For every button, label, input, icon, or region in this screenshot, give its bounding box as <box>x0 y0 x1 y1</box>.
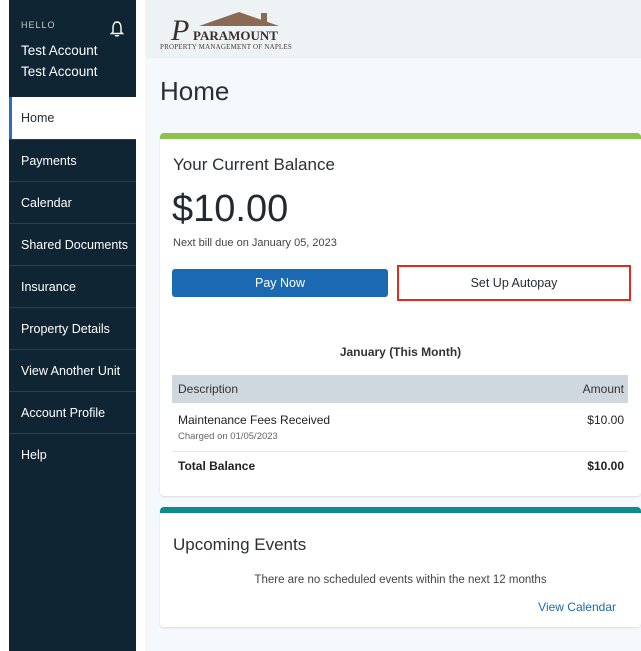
upcoming-events-card: Upcoming Events There are no scheduled e… <box>160 507 641 627</box>
logo-name: PARAMOUNT <box>193 28 278 43</box>
user-greeting: HELLO Test Account Test Account <box>9 0 136 97</box>
total-label: Total Balance <box>178 459 256 473</box>
total-amount: $10.00 <box>587 459 624 473</box>
account-name-line2: Test Account <box>21 64 98 79</box>
charge-amount: $10.00 <box>587 413 624 427</box>
sidebar-item-property-details[interactable]: Property Details <box>9 307 136 349</box>
charge-description: Maintenance Fees Received <box>178 413 331 427</box>
total-row: Total Balance $10.00 <box>172 459 628 479</box>
sidebar-item-view-another-unit[interactable]: View Another Unit <box>9 349 136 391</box>
sidebar-item-account-profile[interactable]: Account Profile <box>9 391 136 433</box>
hello-label: HELLO <box>21 20 56 30</box>
no-events-message: There are no scheduled events within the… <box>254 574 547 586</box>
page-title: Home <box>160 76 230 106</box>
billing-month-label: January (This Month) <box>339 345 462 359</box>
balance-heading: Your Current Balance <box>173 155 335 174</box>
sidebar-item-payments[interactable]: Payments <box>9 139 136 181</box>
pay-now-button[interactable]: Pay Now <box>172 269 388 297</box>
table-header: Description Amount <box>172 375 628 403</box>
sidebar-item-home[interactable]: Home <box>9 97 136 139</box>
bell-icon[interactable] <box>110 20 124 38</box>
sidebar-item-help[interactable]: Help <box>9 433 136 475</box>
logo-subtitle: PROPERTY MANAGEMENT OF NAPLES <box>160 43 292 51</box>
header-logo-bar: P PARAMOUNT PROPERTY MANAGEMENT OF NAPLE… <box>145 0 641 58</box>
sidebar-item-insurance[interactable]: Insurance <box>9 265 136 307</box>
logo-house-icon[interactable]: P PARAMOUNT <box>159 8 329 44</box>
sidebar-item-shared-documents[interactable]: Shared Documents <box>9 223 136 265</box>
view-calendar-link[interactable]: View Calendar <box>538 600 616 614</box>
balance-amount: $10.00 <box>172 188 289 230</box>
content-area: Home Your Current Balance $10.00 Next bi… <box>145 58 641 651</box>
column-amount: Amount <box>582 382 624 396</box>
current-balance-card: Your Current Balance $10.00 Next bill du… <box>160 133 641 496</box>
sidebar-item-calendar[interactable]: Calendar <box>9 181 136 223</box>
main-area: P PARAMOUNT PROPERTY MANAGEMENT OF NAPLE… <box>145 0 641 651</box>
charge-date: Charged on 01/05/2023 <box>178 431 278 442</box>
svg-text:P: P <box>170 14 189 44</box>
next-bill-text: Next bill due on January 05, 2023 <box>173 237 337 249</box>
events-heading: Upcoming Events <box>173 535 307 554</box>
sidebar: HELLO Test Account Test Account Home Pay… <box>9 0 136 651</box>
account-name-line1: Test Account <box>21 43 98 58</box>
column-description: Description <box>178 382 239 396</box>
table-row: Maintenance Fees Received Charged on 01/… <box>172 411 628 452</box>
set-up-autopay-button[interactable]: Set Up Autopay <box>397 265 631 301</box>
